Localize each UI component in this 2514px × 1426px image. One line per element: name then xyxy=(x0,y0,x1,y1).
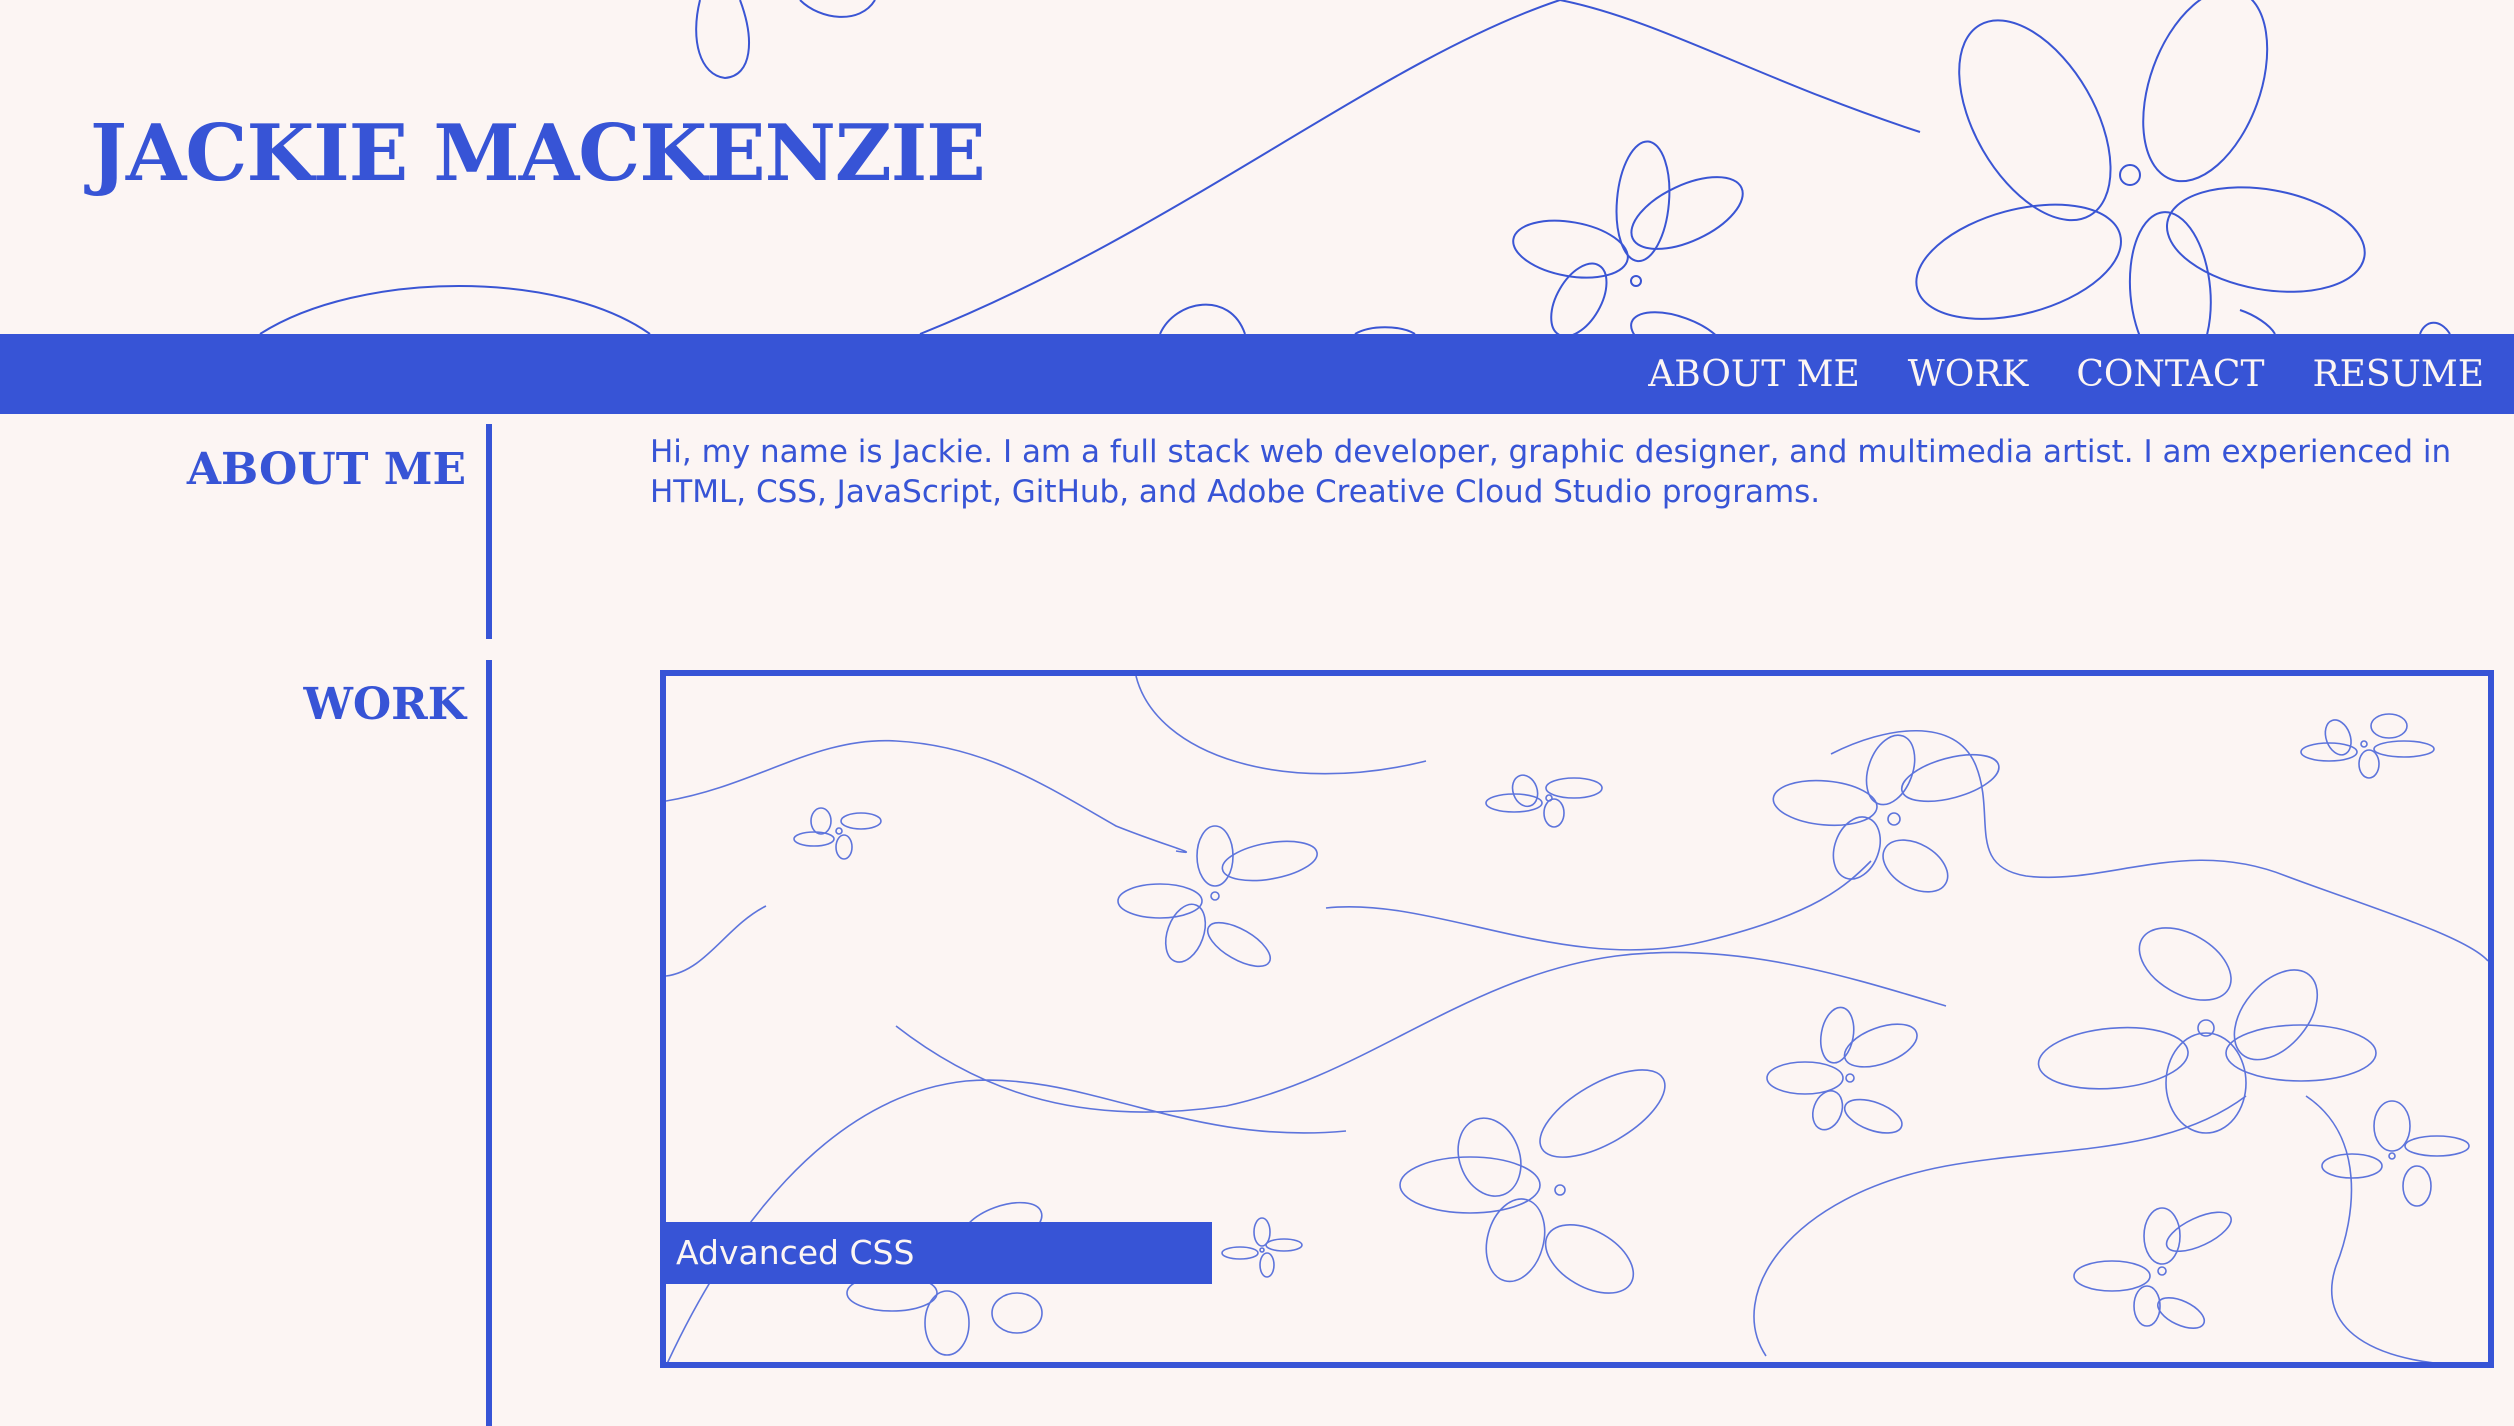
nav-resume[interactable]: RESUME xyxy=(2312,354,2484,395)
project-card-advanced-css[interactable]: Advanced CSS xyxy=(660,670,2494,1368)
project-label[interactable]: Advanced CSS xyxy=(666,1222,1212,1284)
about-divider xyxy=(486,424,492,639)
nav-contact[interactable]: CONTACT xyxy=(2076,354,2264,395)
main-nav: ABOUT ME WORK CONTACT RESUME xyxy=(0,334,2514,414)
site-title: JACKIE MACKENZIE xyxy=(90,108,986,199)
about-text: Hi, my name is Jackie. I am a full stack… xyxy=(650,434,2452,510)
nav-about-me[interactable]: ABOUT ME xyxy=(1648,354,1860,395)
work-divider xyxy=(486,660,492,1426)
nav-work[interactable]: WORK xyxy=(1908,354,2029,395)
about-heading: ABOUT ME xyxy=(186,444,466,495)
work-heading: WORK xyxy=(303,679,466,730)
